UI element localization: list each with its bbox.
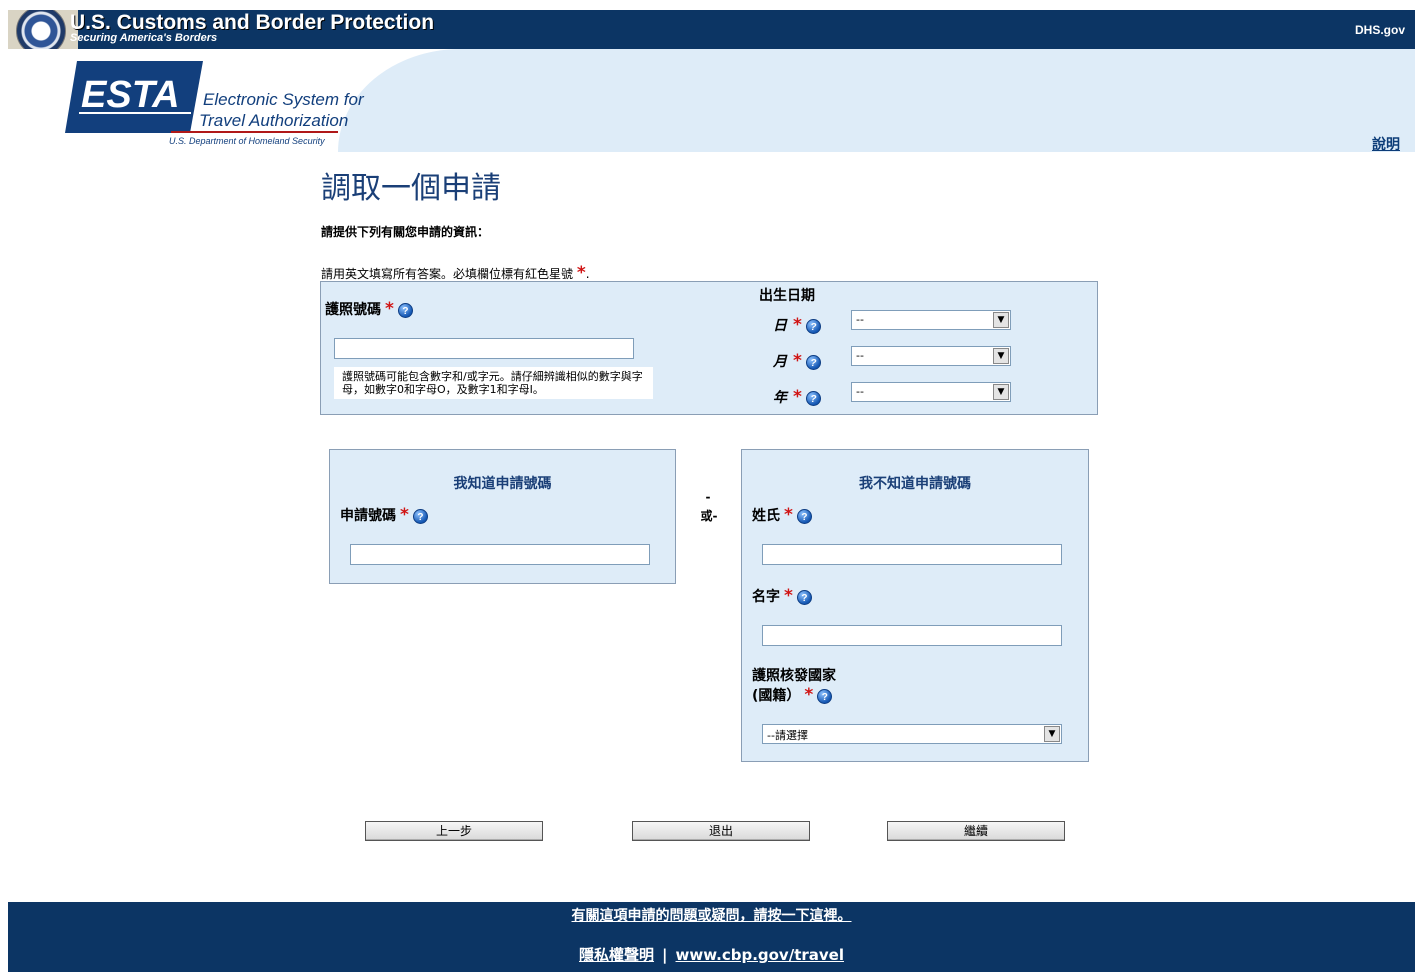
cbp-header-bar: U.S. Customs and Border Protection Secur… [8,10,1415,49]
known-application-title: 我知道申請號碼 [453,476,552,492]
required-asterisk: * [793,351,802,371]
previous-button[interactable]: 上一步 [365,821,543,841]
given-name-input[interactable] [762,625,1062,646]
footer-links: 隱私權聲明 | www.cbp.gov/travel [8,944,1415,965]
required-asterisk: * [385,299,394,319]
help-question-icon[interactable]: ? [796,508,812,524]
required-asterisk: * [793,387,802,407]
dropdown-arrow-icon[interactable]: ▼ [993,348,1009,364]
dob-month-label-text: 月 [773,354,787,370]
esta-logo-text: ESTA [81,74,180,116]
esta-full-line1: Electronic System for [203,90,365,109]
intro-text: 請提供下列有關您申請的資訊： [321,225,490,239]
passport-country-label-text: (國籍） [752,688,801,704]
or-text: 或- [700,509,718,523]
banner-curve [338,49,1415,152]
help-link[interactable]: 說明 [1372,134,1400,154]
application-number-label-text: 申請號碼 [340,508,396,524]
esta-logo: ESTA Electronic System for Travel Author… [65,61,365,146]
passport-number-input[interactable] [334,338,634,359]
application-number-label: 申請號碼 *? [340,505,428,525]
dropdown-arrow-icon[interactable]: ▼ [993,312,1009,328]
dob-year-select-value: -- [856,385,864,398]
help-question-icon[interactable]: ? [805,318,821,334]
dhs-gov-link[interactable]: DHS.gov [1355,23,1405,37]
footer: 有關這項申請的問題或疑問，請按一下這裡。 隱私權聲明 | www.cbp.gov/t… [8,902,1415,972]
unknown-application-title: 我不知道申請號碼 [859,476,971,492]
footer-separator: | [662,946,668,964]
dob-year-label: 年 *? [773,387,821,407]
help-question-icon[interactable]: ? [397,302,413,318]
instructions-text: 請用英文填寫所有答案。必填欄位標有紅色星號 [321,267,574,281]
passport-hint: 護照號碼可能包含數字和/或字元。請仔細辨識相似的數字與字母，如數字0和字母O，及… [334,367,653,399]
dob-year-select[interactable]: -- ▼ [851,382,1011,402]
surname-input[interactable] [762,544,1062,565]
privacy-link[interactable]: 隱私權聲明 [579,946,654,964]
required-asterisk: * [793,315,802,335]
page-title: 調取一個申請 [321,171,501,206]
dob-title: 出生日期 [759,288,815,304]
exit-button[interactable]: 退出 [632,821,810,841]
help-question-icon[interactable]: ? [817,688,833,704]
dob-day-label: 日 *? [773,315,821,335]
footer-question-link[interactable]: 有關這項申請的問題或疑問，請按一下這裡。 [572,908,852,924]
passport-country-label-line1: 護照核發國家 [752,668,836,684]
dob-year-label-text: 年 [773,390,787,406]
surname-label: 姓氏 *? [752,505,812,525]
dob-month-label: 月 *? [773,351,821,371]
dob-day-select-value: -- [856,313,864,326]
dropdown-arrow-icon[interactable]: ▼ [993,384,1009,400]
required-asterisk: * [400,505,409,525]
help-question-icon[interactable]: ? [805,354,821,370]
esta-full-line2: Travel Authorization [199,111,348,130]
continue-button[interactable]: 繼續 [887,821,1065,841]
passport-number-label: 護照號碼 *? [325,299,413,319]
surname-label-text: 姓氏 [752,508,780,524]
passport-country-select[interactable]: --請選擇 ▼ [762,724,1062,744]
instructions: 請用英文填寫所有答案。必填欄位標有紅色星號 *. [321,263,590,283]
passport-country-label: (國籍） *? [752,685,833,705]
dhs-seal-area [8,10,78,49]
cbp-travel-link[interactable]: www.cbp.gov/travel [676,946,844,964]
dropdown-arrow-icon[interactable]: ▼ [1044,726,1060,742]
dhs-seal-icon [16,10,66,49]
esta-banner: ESTA Electronic System for Travel Author… [8,49,1415,152]
instructions-period: . [585,267,590,281]
help-question-icon[interactable]: ? [412,508,428,524]
required-asterisk: * [576,263,586,283]
required-asterisk: * [784,586,793,606]
required-asterisk: * [784,505,793,525]
dob-day-select[interactable]: -- ▼ [851,310,1011,330]
passport-country-select-value: --請選擇 [767,729,808,742]
given-name-label-text: 名字 [752,589,780,605]
dob-month-select-value: -- [856,349,864,362]
help-question-icon[interactable]: ? [796,589,812,605]
esta-dept: U.S. Department of Homeland Security [169,136,325,146]
application-number-input[interactable] [350,544,650,565]
help-question-icon[interactable]: ? [805,390,821,406]
given-name-label: 名字 *? [752,586,812,606]
required-asterisk: * [804,685,814,705]
agency-subtitle: Securing America's Borders [70,32,218,44]
passport-number-label-text: 護照號碼 [325,302,381,318]
dob-day-label-text: 日 [773,318,787,334]
footer-question: 有關這項申請的問題或疑問，請按一下這裡。 [8,905,1415,925]
dob-month-select[interactable]: -- ▼ [851,346,1011,366]
or-dash: - [705,490,711,504]
